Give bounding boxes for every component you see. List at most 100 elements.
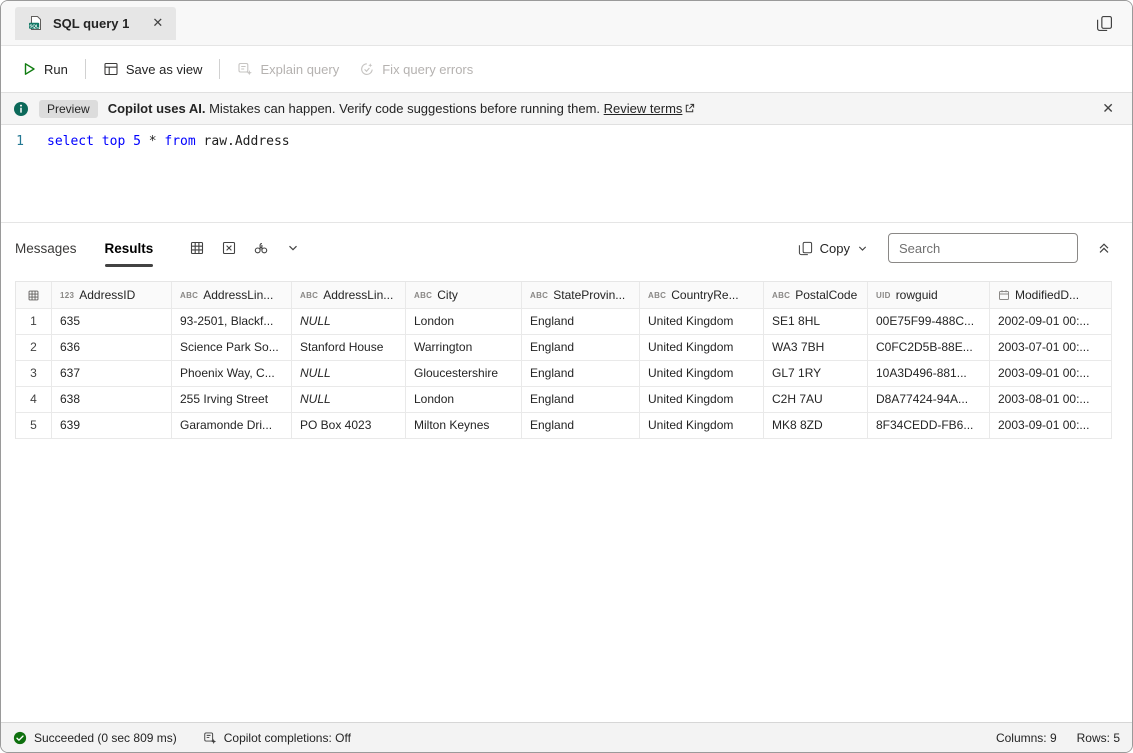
banner-close-icon[interactable]: ✕ [1096, 100, 1120, 117]
row-number[interactable]: 4 [16, 387, 52, 413]
table-cell[interactable]: United Kingdom [640, 361, 764, 387]
column-header-label: rowguid [895, 287, 938, 302]
column-header[interactable]: ABC CountryRe... [640, 282, 764, 309]
table-cell[interactable]: London [406, 309, 522, 335]
table-cell[interactable]: C0FC2D5B-88E... [868, 335, 990, 361]
table-cell[interactable]: England [522, 387, 640, 413]
svg-text:SQL: SQL [29, 23, 39, 28]
review-terms-link[interactable]: Review terms [604, 101, 683, 116]
table-cell[interactable]: NULL [292, 387, 406, 413]
table-cell[interactable]: 00E75F99-488C... [868, 309, 990, 335]
table-cell[interactable]: PO Box 4023 [292, 413, 406, 439]
table-cell[interactable]: D8A77424-94A... [868, 387, 990, 413]
copy-button[interactable]: Copy [790, 236, 876, 261]
tab-title: SQL query 1 [53, 15, 130, 31]
row-number[interactable]: 2 [16, 335, 52, 361]
row-number[interactable]: 3 [16, 361, 52, 387]
column-header[interactable]: 123 AddressID [52, 282, 172, 309]
table-cell[interactable]: Milton Keynes [406, 413, 522, 439]
status-bar: Succeeded (0 sec 809 ms) Copilot complet… [1, 722, 1132, 752]
column-header[interactable]: ABC City [406, 282, 522, 309]
table-cell[interactable]: NULL [292, 309, 406, 335]
tab-messages[interactable]: Messages [15, 223, 77, 273]
table-row[interactable]: 4 638 255 Irving Street NULL London England Un… [16, 387, 1112, 413]
table-cell[interactable]: Garamonde Dri... [172, 413, 292, 439]
table-cell[interactable]: Phoenix Way, C... [172, 361, 292, 387]
table-cell[interactable]: Gloucestershire [406, 361, 522, 387]
table-cell[interactable]: United Kingdom [640, 413, 764, 439]
run-button[interactable]: Run [11, 55, 78, 83]
window-copy-icon[interactable] [1090, 9, 1118, 37]
code-content[interactable]: select top 5 * from raw.Address [39, 134, 290, 222]
save-as-view-button[interactable]: Save as view [93, 55, 213, 83]
table-cell[interactable]: England [522, 413, 640, 439]
tab-results[interactable]: Results [104, 223, 153, 273]
table-cell[interactable]: 2003-07-01 00:... [990, 335, 1112, 361]
column-header[interactable]: ABC StateProvin... [522, 282, 640, 309]
table-row[interactable]: 2 636 Science Park So... Stanford House Warr… [16, 335, 1112, 361]
open-in-excel-icon[interactable] [215, 234, 243, 262]
column-header[interactable]: ABC PostalCode [764, 282, 868, 309]
table-cell[interactable]: 93-2501, Blackf... [172, 309, 292, 335]
table-cell[interactable]: England [522, 309, 640, 335]
column-header[interactable]: ABC AddressLin... [292, 282, 406, 309]
column-header[interactable]: ABC AddressLin... [172, 282, 292, 309]
table-cell[interactable]: 255 Irving Street [172, 387, 292, 413]
banner-text: Copilot uses AI. Mistakes can happen. Ve… [108, 101, 696, 116]
table-cell[interactable]: London [406, 387, 522, 413]
table-cell[interactable]: WA3 7BH [764, 335, 868, 361]
grid-view-icon[interactable] [183, 234, 211, 262]
code-editor[interactable]: 1 select top 5 * from raw.Address [1, 125, 1132, 223]
copy-label: Copy [819, 240, 850, 256]
column-header[interactable]: UID rowguid [868, 282, 990, 309]
table-cell[interactable]: 636 [52, 335, 172, 361]
table-cell[interactable]: SE1 8HL [764, 309, 868, 335]
tab-close-icon[interactable]: ✕ [152, 15, 163, 31]
collapse-pane-icon[interactable] [1090, 234, 1118, 262]
text-type-icon: ABC [772, 290, 791, 300]
status-bar-right: Columns: 9 Rows: 5 [996, 731, 1120, 745]
table-cell[interactable]: Warrington [406, 335, 522, 361]
table-cell[interactable]: Science Park So... [172, 335, 292, 361]
table-cell[interactable]: 2003-09-01 00:... [990, 413, 1112, 439]
search-input[interactable] [888, 233, 1078, 263]
table-cell[interactable]: MK8 8ZD [764, 413, 868, 439]
table-cell[interactable]: NULL [292, 361, 406, 387]
text-type-icon: ABC [180, 290, 199, 300]
sql-file-icon: SQL [28, 15, 44, 31]
copilot-completions-item[interactable]: Copilot completions: Off [203, 731, 351, 745]
row-number[interactable]: 5 [16, 413, 52, 439]
external-link-icon[interactable] [684, 103, 695, 114]
table-row[interactable]: 3 637 Phoenix Way, C... NULL Gloucestershire… [16, 361, 1112, 387]
table-cell[interactable]: United Kingdom [640, 335, 764, 361]
tab-sql-query[interactable]: SQL SQL query 1 ✕ [15, 6, 177, 40]
table-cell[interactable]: GL7 1RY [764, 361, 868, 387]
table-cell[interactable]: Stanford House [292, 335, 406, 361]
copilot-preview-banner: Preview Copilot uses AI. Mistakes can ha… [1, 92, 1132, 125]
table-cell[interactable]: 638 [52, 387, 172, 413]
table-cell[interactable]: 2002-09-01 00:... [990, 309, 1112, 335]
select-all-grid-icon[interactable] [16, 282, 52, 309]
table-cell[interactable]: C2H 7AU [764, 387, 868, 413]
table-cell[interactable]: 637 [52, 361, 172, 387]
table-cell[interactable]: United Kingdom [640, 387, 764, 413]
table-row[interactable]: 1 635 93-2501, Blackf... NULL London England U… [16, 309, 1112, 335]
table-cell[interactable]: 639 [52, 413, 172, 439]
table-cell[interactable]: England [522, 335, 640, 361]
table-cell[interactable]: 635 [52, 309, 172, 335]
copilot-completions-text: Copilot completions: Off [223, 730, 351, 745]
column-header[interactable]: ModifiedD... [990, 282, 1112, 309]
explain-query-button[interactable]: Explain query [227, 55, 349, 83]
fix-query-errors-button[interactable]: Fix query errors [349, 55, 483, 83]
table-cell[interactable]: United Kingdom [640, 309, 764, 335]
table-cell[interactable]: England [522, 361, 640, 387]
table-cell[interactable]: 10A3D496-881... [868, 361, 990, 387]
more-commands-chevron-icon[interactable] [279, 234, 307, 262]
inspect-binoculars-icon[interactable] [247, 234, 275, 262]
table-cell[interactable]: 8F34CEDD-FB6... [868, 413, 990, 439]
table-row[interactable]: 5 639 Garamonde Dri... PO Box 4023 Milton Ke… [16, 413, 1112, 439]
toolbar-divider [84, 59, 86, 79]
table-cell[interactable]: 2003-09-01 00:... [990, 361, 1112, 387]
row-number[interactable]: 1 [16, 309, 52, 335]
table-cell[interactable]: 2003-08-01 00:... [990, 387, 1112, 413]
